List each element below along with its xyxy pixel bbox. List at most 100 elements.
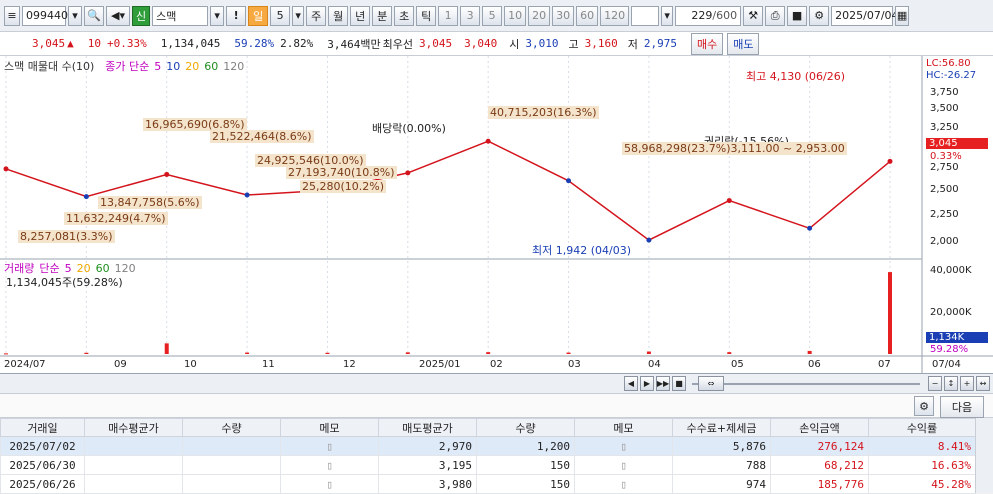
chart-title: 스맥 매물대 수(10) bbox=[4, 60, 95, 73]
table-row[interactable]: 2025/06/30 ▯ 3,195 150 ▯ 788 68,212 16.6… bbox=[0, 455, 976, 475]
col-buy-qty[interactable]: 수량 bbox=[182, 418, 281, 437]
period-num-button[interactable]: 5 bbox=[270, 5, 291, 26]
interval-dropdown-icon[interactable]: ▾ bbox=[661, 5, 674, 26]
period-dropdown-icon[interactable]: ▾ bbox=[292, 5, 305, 26]
play-icon[interactable]: ▶▶ bbox=[656, 376, 670, 391]
volume-bar bbox=[325, 352, 330, 354]
x-tick: 10 bbox=[184, 359, 197, 370]
cell-date: 2025/06/30 bbox=[0, 455, 85, 475]
period-week-button[interactable]: 주 bbox=[306, 5, 327, 26]
stock-name-field[interactable]: 스맥 bbox=[152, 5, 209, 26]
cell-sell-qty: 150 bbox=[476, 474, 575, 494]
chart-scroll-bar[interactable]: ◀ ▶ ▶▶ ■ ⇔ − ↕ + ↔ bbox=[0, 374, 993, 394]
print-icon[interactable]: ⎙ bbox=[765, 5, 786, 26]
zoom-fit-icon[interactable]: ↔ bbox=[976, 376, 990, 391]
col-trade-date[interactable]: 거래일 bbox=[0, 418, 85, 437]
interval-30-button[interactable]: 30 bbox=[552, 5, 575, 26]
interval-5-button[interactable]: 5 bbox=[482, 5, 503, 26]
zoom-thumb[interactable]: ⇔ bbox=[698, 376, 724, 391]
period-month-button[interactable]: 월 bbox=[328, 5, 349, 26]
period-second-button[interactable]: 초 bbox=[394, 5, 415, 26]
col-pnl[interactable]: 손익금액 bbox=[770, 418, 869, 437]
col-sell-qty[interactable]: 수량 bbox=[476, 418, 575, 437]
close-price-line bbox=[5, 140, 891, 241]
memo-icon[interactable]: ▯ bbox=[574, 436, 673, 456]
cell-buy-qty bbox=[182, 474, 281, 494]
volume-bar bbox=[566, 352, 571, 354]
sell-button[interactable]: 매도 bbox=[727, 32, 760, 55]
change-up-icon: ▲ bbox=[67, 37, 74, 50]
tools-icon[interactable]: ⚒ bbox=[743, 5, 764, 26]
volume-profile-label: 40,715,203(16.3%) bbox=[488, 106, 599, 119]
col-sell-avg[interactable]: 매도평균가 bbox=[378, 418, 477, 437]
name-dropdown-icon[interactable]: ▾ bbox=[210, 5, 225, 26]
period-year-button[interactable]: 년 bbox=[350, 5, 371, 26]
stock-code-input[interactable]: 099440 bbox=[22, 5, 68, 26]
zoom-slider[interactable] bbox=[692, 383, 920, 385]
buy-button[interactable]: 매수 bbox=[690, 32, 724, 55]
change-value: 10 bbox=[87, 37, 101, 50]
interval-custom-input[interactable] bbox=[631, 5, 660, 26]
memo-icon[interactable]: ▯ bbox=[574, 455, 673, 475]
trade-history-table: 거래일 매수평균가 수량 메모 매도평균가 수량 메모 수수료+제세금 손익금액… bbox=[0, 418, 993, 494]
speaker-icon[interactable]: ◀▾ bbox=[106, 5, 130, 26]
volume-profile-label: 25,280(10.2%) bbox=[300, 180, 387, 193]
interval-60-button[interactable]: 60 bbox=[576, 5, 599, 26]
stop-icon[interactable]: ■ bbox=[672, 376, 686, 391]
col-return[interactable]: 수익률 bbox=[868, 418, 976, 437]
col-buy-memo[interactable]: 메모 bbox=[280, 418, 379, 437]
close-price-point bbox=[244, 192, 250, 198]
period-day-button[interactable]: 일 bbox=[248, 5, 269, 26]
scroll-right-icon[interactable]: ▶ bbox=[640, 376, 654, 391]
search-icon[interactable]: 🔍 bbox=[84, 5, 104, 26]
memo-icon[interactable]: ▯ bbox=[280, 474, 379, 494]
memo-icon[interactable]: ▯ bbox=[574, 474, 673, 494]
table-row[interactable]: 2025/07/02 ▯ 2,970 1,200 ▯ 5,876 276,124… bbox=[0, 436, 976, 456]
cell-pnl: 276,124 bbox=[770, 436, 869, 456]
alert-button[interactable]: ! bbox=[226, 5, 247, 26]
range-annotation: 58,968,298(23.7%)3,111.00 ~ 2,953.00 bbox=[622, 142, 847, 155]
price-chart[interactable]: 스맥 매물대 수(10) 종가 단순 5 10 20 60 120 거래량 단순… bbox=[0, 56, 993, 374]
cell-buy-qty bbox=[182, 455, 281, 475]
interval-10-button[interactable]: 10 bbox=[504, 5, 527, 26]
zoom-in-icon[interactable]: + bbox=[960, 376, 974, 391]
best-quote-label: 최우선 bbox=[382, 37, 413, 51]
cell-sell-avg: 2,970 bbox=[378, 436, 477, 456]
menu-icon[interactable]: ≡ bbox=[4, 5, 20, 26]
x-tick: 05 bbox=[731, 359, 744, 370]
next-button[interactable]: 다음 bbox=[940, 396, 984, 418]
date-input[interactable]: 2025/07/04 bbox=[831, 5, 899, 26]
calendar-icon[interactable]: ▦ bbox=[895, 5, 910, 26]
high-label: 고 bbox=[568, 37, 579, 51]
interval-1-button[interactable]: 1 bbox=[438, 5, 459, 26]
volume-value: 1,134,045 bbox=[160, 37, 221, 50]
period-minute-button[interactable]: 분 bbox=[372, 5, 393, 26]
col-sell-memo[interactable]: 메모 bbox=[574, 418, 673, 437]
col-fee[interactable]: 수수료+제세금 bbox=[672, 418, 771, 437]
col-buy-avg[interactable]: 매수평균가 bbox=[84, 418, 183, 437]
dividend-annotation: 배당락(0.00%) bbox=[372, 122, 446, 135]
memo-icon[interactable]: ▯ bbox=[280, 436, 379, 456]
memo-icon[interactable]: ▯ bbox=[280, 455, 379, 475]
table-vertical-scrollbar[interactable] bbox=[975, 418, 993, 493]
settings-gear-icon[interactable]: ⚙ bbox=[809, 5, 830, 26]
cell-sell-avg: 3,980 bbox=[378, 474, 477, 494]
cell-return: 16.63% bbox=[868, 455, 976, 475]
count-input[interactable]: 229/600 bbox=[675, 5, 742, 26]
vol-ma-20-legend: 20 bbox=[76, 261, 91, 275]
save-icon[interactable]: ■ bbox=[787, 5, 808, 26]
zoom-out-icon[interactable]: − bbox=[928, 376, 942, 391]
interval-3-button[interactable]: 3 bbox=[460, 5, 481, 26]
interval-20-button[interactable]: 20 bbox=[528, 5, 551, 26]
cell-buy-avg bbox=[84, 455, 183, 475]
table-row[interactable]: 2025/06/26 ▯ 3,980 150 ▯ 974 185,776 45.… bbox=[0, 474, 976, 494]
scroll-left-icon[interactable]: ◀ bbox=[624, 376, 638, 391]
table-settings-gear-icon[interactable]: ⚙ bbox=[914, 396, 934, 416]
best-bid: 3,040 bbox=[464, 37, 498, 50]
interval-120-button[interactable]: 120 bbox=[600, 5, 630, 26]
zoom-reset-icon[interactable]: ↕ bbox=[944, 376, 958, 391]
dropdown-icon[interactable]: ▾ bbox=[68, 5, 82, 26]
y-tick: 3,500 bbox=[930, 103, 959, 114]
ma-10-legend: 10 bbox=[166, 59, 181, 73]
period-tick-button[interactable]: 틱 bbox=[416, 5, 437, 26]
